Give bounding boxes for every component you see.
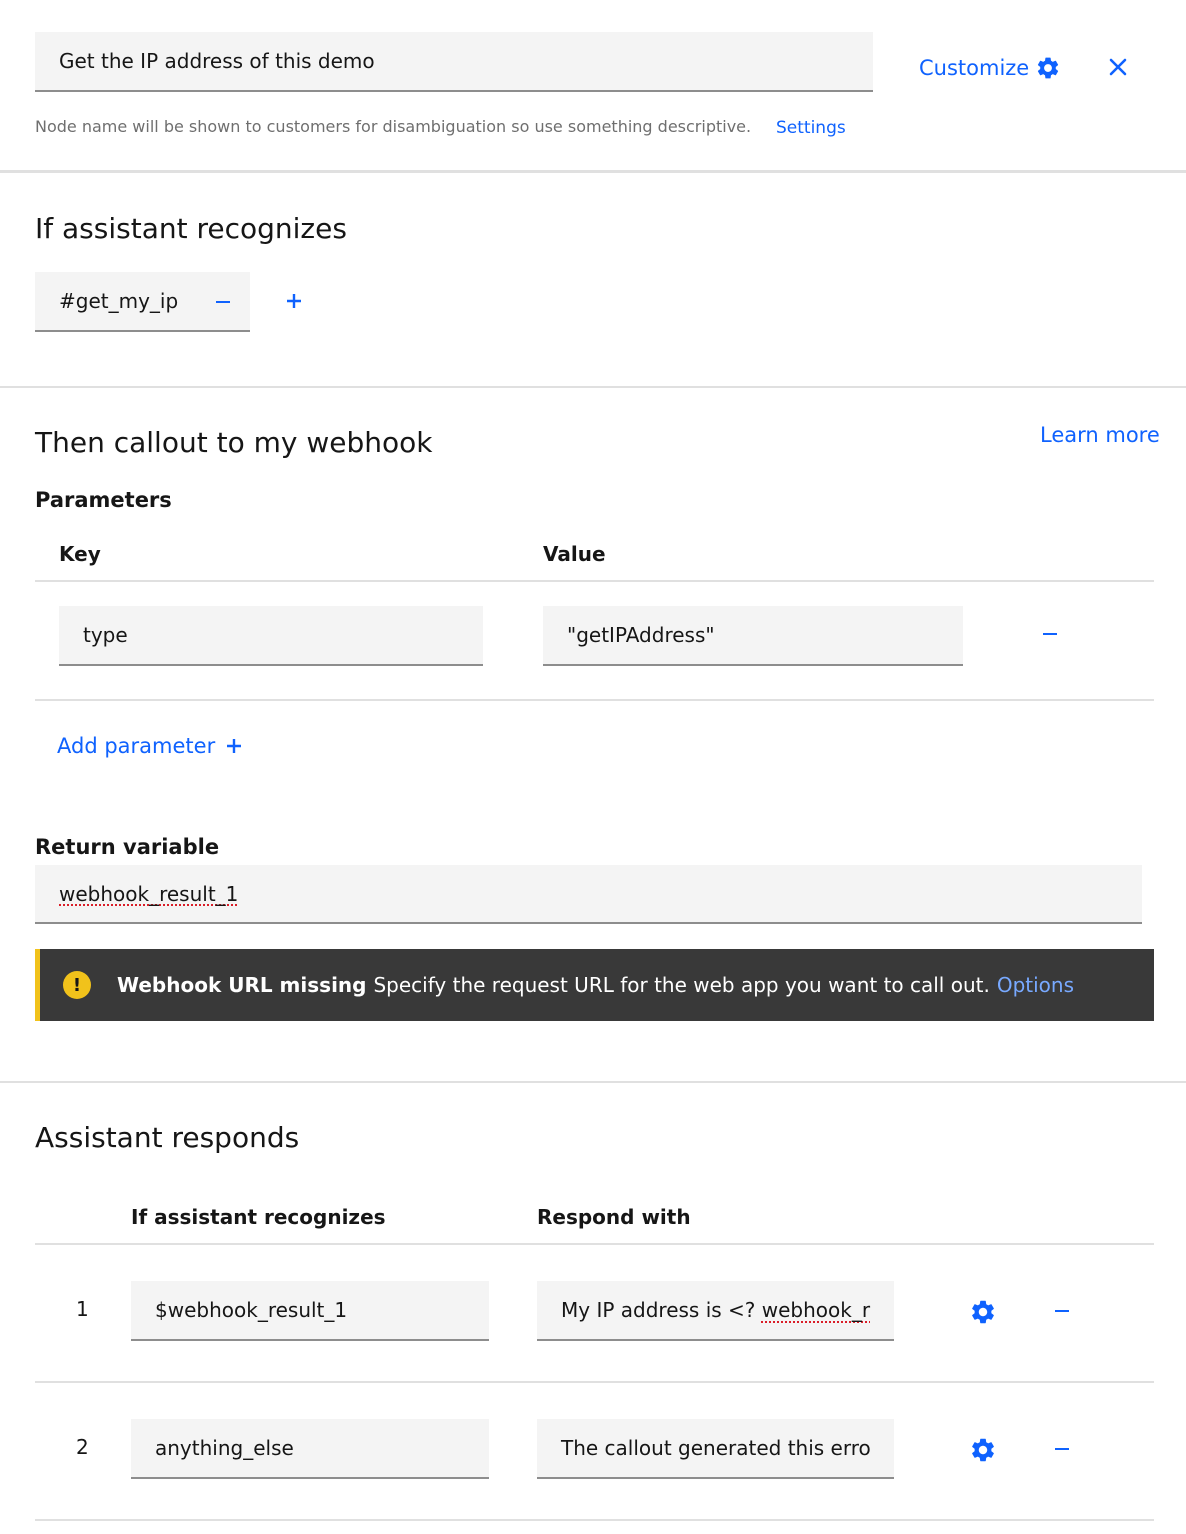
response-condition-input[interactable]: anything_else	[131, 1419, 489, 1479]
node-name-hint: Node name will be shown to customers for…	[35, 117, 752, 136]
section-divider-1	[0, 386, 1186, 388]
remove-response-icon[interactable]	[1055, 1448, 1069, 1450]
response-column-header: Respond with	[537, 1205, 691, 1229]
customize-label: Customize	[919, 56, 1030, 80]
key-column-header: Key	[59, 542, 101, 566]
param-key-input[interactable]: type	[59, 606, 483, 666]
webhook-title: Then callout to my webhook	[35, 426, 433, 459]
gear-icon	[1035, 55, 1061, 81]
response-condition-input[interactable]: $webhook_result_1	[131, 1281, 489, 1341]
learn-more-link[interactable]: Learn more	[1040, 423, 1160, 447]
plus-icon	[225, 737, 243, 755]
remove-param-icon[interactable]	[1043, 633, 1057, 635]
header-divider	[0, 170, 1186, 173]
return-variable-input[interactable]: webhook_result_1	[35, 865, 1142, 924]
customize-button[interactable]: Customize	[919, 53, 1061, 83]
response-settings-gear-icon[interactable]	[969, 1436, 997, 1464]
row-index: 2	[76, 1435, 89, 1459]
responds-title: Assistant responds	[35, 1121, 300, 1154]
node-name-value: Get the IP address of this demo	[59, 49, 375, 73]
value-column-header: Value	[543, 542, 606, 566]
condition-tag[interactable]: #get_my_ip	[35, 272, 250, 332]
add-condition-icon[interactable]	[285, 292, 303, 310]
response-row: 1 $webhook_result_1 My IP address is <? …	[0, 1244, 1186, 1382]
parameters-title: Parameters	[35, 488, 172, 512]
responds-row-divider-2	[35, 1519, 1154, 1521]
remove-response-icon[interactable]	[1055, 1310, 1069, 1312]
node-name-input[interactable]: Get the IP address of this demo	[35, 32, 873, 92]
add-parameter-button[interactable]: Add parameter	[57, 734, 243, 758]
response-row: 2 anything_else The callout generated th…	[0, 1382, 1186, 1520]
warning-message: Specify the request URL for the web app …	[373, 973, 990, 997]
close-icon[interactable]	[1108, 57, 1128, 77]
remove-condition-icon[interactable]	[216, 301, 230, 303]
return-variable-title: Return variable	[35, 835, 220, 859]
webhook-url-warning: ! Webhook URL missing Specify the reques…	[35, 949, 1154, 1021]
add-parameter-label: Add parameter	[57, 734, 216, 758]
param-row: type "getIPAddress"	[0, 581, 1186, 700]
warning-title: Webhook URL missing	[117, 973, 367, 997]
condition-column-header: If assistant recognizes	[131, 1205, 386, 1229]
section-divider-2	[0, 1081, 1186, 1083]
recognizes-title: If assistant recognizes	[35, 212, 347, 245]
response-settings-gear-icon[interactable]	[969, 1298, 997, 1326]
response-text-input[interactable]: The callout generated this erro	[537, 1419, 894, 1479]
warning-icon: !	[63, 971, 91, 999]
row-index: 1	[76, 1297, 89, 1321]
condition-value: #get_my_ip	[59, 289, 179, 313]
params-row-divider	[35, 699, 1154, 701]
param-value-input[interactable]: "getIPAddress"	[543, 606, 963, 666]
settings-link[interactable]: Settings	[776, 118, 846, 138]
response-text-input[interactable]: My IP address is <? webhook_r	[537, 1281, 894, 1341]
options-link[interactable]: Options	[997, 973, 1074, 997]
